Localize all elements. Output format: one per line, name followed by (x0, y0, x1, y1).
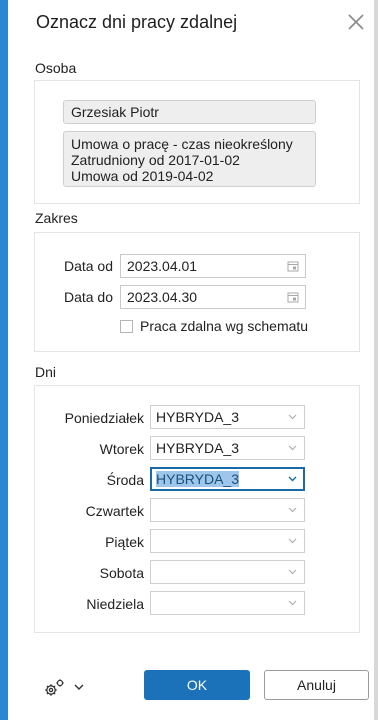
chevron-down-icon (288, 538, 297, 544)
date-from-input[interactable]: 2023.04.01 (120, 254, 306, 278)
date-from-value: 2023.04.01 (127, 258, 198, 274)
chevron-down-icon (288, 507, 297, 513)
remote-schedule-checkbox-label[interactable]: Praca zdalna wg schematu (140, 318, 308, 334)
background-window-edge (0, 0, 8, 720)
cancel-button[interactable]: Anuluj (264, 670, 369, 700)
day-select-value: HYBRYDA_3 (156, 409, 240, 425)
person-name-field: Grzesiak Piotr (63, 100, 316, 124)
contract-line: Umowa od 2019-04-02 (71, 168, 214, 184)
chevron-down-icon (288, 476, 297, 482)
day-label-friday: Piątek (105, 534, 144, 550)
remote-work-dialog: Oznacz dni pracy zdalnej Osoba Grzesiak … (8, 0, 374, 720)
day-select-saturday[interactable] (150, 560, 305, 584)
chevron-down-icon (288, 569, 297, 575)
day-select-sunday[interactable] (150, 591, 305, 615)
section-label-dni: Dni (35, 364, 57, 380)
calendar-icon[interactable] (287, 260, 299, 272)
day-select-value: HYBRYDA_3 (156, 471, 240, 487)
date-to-input[interactable]: 2023.04.30 (120, 285, 306, 309)
ok-button[interactable]: OK (144, 670, 250, 700)
chevron-down-icon[interactable] (74, 684, 84, 691)
day-label-tuesday: Wtorek (99, 441, 144, 457)
chevron-down-icon (288, 600, 297, 606)
contract-line: Zatrudniony od 2017-01-02 (71, 152, 240, 168)
day-select-friday[interactable] (150, 529, 305, 553)
day-label-saturday: Sobota (99, 565, 144, 581)
date-to-value: 2023.04.30 (127, 289, 198, 305)
background-window-edge-right (374, 0, 378, 720)
remote-schedule-checkbox[interactable] (120, 320, 133, 333)
chevron-down-icon (288, 445, 297, 451)
contract-info-field: Umowa o pracę - czas nieokreślony Zatrud… (63, 131, 316, 187)
day-label-wednesday: Środa (106, 472, 144, 488)
calendar-icon[interactable] (287, 291, 299, 303)
gears-icon[interactable] (42, 677, 66, 699)
chevron-down-icon (288, 414, 297, 420)
section-label-zakres: Zakres (35, 210, 78, 226)
day-select-thursday[interactable] (150, 498, 305, 522)
contract-line: Umowa o pracę - czas nieokreślony (71, 136, 293, 152)
day-label-thursday: Czwartek (85, 503, 144, 519)
date-to-label: Data do (63, 289, 113, 305)
day-select-tuesday[interactable]: HYBRYDA_3 (150, 436, 305, 460)
dialog-title: Oznacz dni pracy zdalnej (36, 12, 238, 32)
close-icon[interactable] (345, 11, 367, 33)
day-select-monday[interactable]: HYBRYDA_3 (150, 405, 305, 429)
day-select-wednesday[interactable]: HYBRYDA_3 (150, 467, 305, 491)
day-label-monday: Poniedziałek (64, 410, 144, 426)
section-label-osoba: Osoba (35, 60, 77, 76)
day-select-value: HYBRYDA_3 (156, 440, 240, 456)
day-label-sunday: Niedziela (86, 596, 144, 612)
date-from-label: Data od (63, 258, 113, 274)
